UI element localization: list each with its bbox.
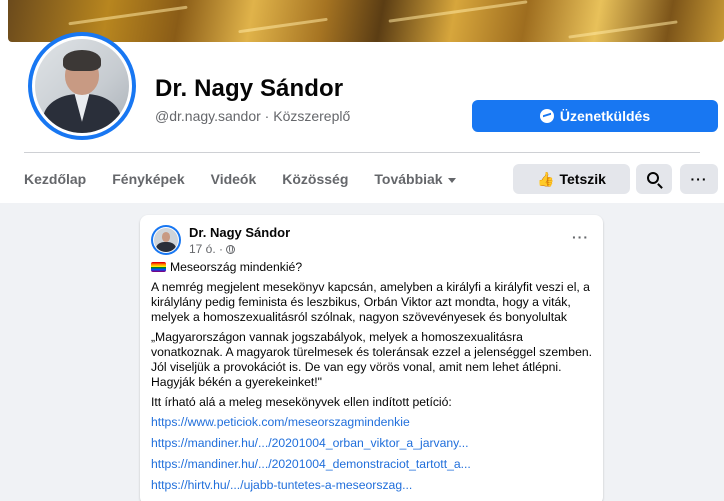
search-button[interactable] (636, 164, 672, 194)
header-divider (24, 152, 700, 153)
search-icon (647, 172, 659, 184)
profile-photo (35, 39, 129, 133)
thumbs-up-icon: 👍 (537, 171, 555, 187)
post-quote: „Magyarországon vannak jogszabályok, mel… (151, 330, 593, 389)
globe-icon (226, 244, 236, 254)
like-button-label: Tetszik (559, 171, 606, 187)
tab-community-label: Közösség (282, 171, 349, 187)
post-timestamp[interactable]: 17 ó. · (189, 242, 223, 256)
tab-more-label: Továbbiak (374, 171, 443, 187)
post-options-button[interactable]: ··· (572, 229, 589, 245)
post-title: Meseország mindenkié? (170, 260, 303, 274)
post-link[interactable]: https://hirtv.hu/.../ujabb-tuntetes-a-me… (151, 478, 596, 493)
tab-videos-label: Videók (210, 171, 257, 187)
post-author-avatar[interactable] (151, 225, 181, 255)
tab-photos-label: Fényképek (112, 171, 185, 187)
post-card: Dr. Nagy Sándor 17 ó. · ··· Meseország m… (140, 215, 603, 501)
post-title-line: Meseország mindenkié? (151, 260, 596, 275)
tab-photos[interactable]: Fényképek (112, 171, 184, 187)
tab-community[interactable]: Közösség (282, 171, 348, 187)
petition-text: Itt írható alá a meleg mesekönyvek ellen… (151, 395, 452, 409)
caret-down-icon (447, 177, 456, 183)
messenger-icon (539, 109, 554, 123)
like-button[interactable]: 👍 Tetszik (513, 164, 630, 194)
rainbow-flag-icon (151, 262, 166, 272)
post-meta: 17 ó. · (189, 242, 236, 256)
post-paragraph: A nemrég megjelent mesekönyv kapcsán, am… (151, 280, 590, 324)
profile-avatar[interactable] (28, 32, 136, 140)
tab-home-label: Kezdőlap (24, 171, 87, 187)
more-options-button[interactable]: ··· (680, 164, 718, 194)
cover-photo[interactable] (8, 0, 724, 42)
tab-home[interactable]: Kezdőlap (24, 171, 86, 187)
message-button-label: Üzenetküldés (559, 108, 651, 124)
page-header: Dr. Nagy Sándor @dr.nagy.sandor · Közsze… (0, 0, 724, 203)
post-author-name[interactable]: Dr. Nagy Sándor (189, 225, 290, 240)
page-handle: @dr.nagy.sandor · Közszereplő (155, 108, 351, 124)
page-tabs: Kezdőlap Fényképek Videók Közösség Továb… (24, 164, 482, 194)
post-body: Meseország mindenkié? A nemrég megjelent… (151, 260, 596, 499)
page-title: Dr. Nagy Sándor (155, 75, 344, 102)
tab-more[interactable]: Továbbiak (374, 171, 456, 187)
post-link[interactable]: https://www.peticiok.com/meseorszagminde… (151, 415, 596, 430)
post-link[interactable]: https://mandiner.hu/.../20201004_orban_v… (151, 436, 596, 451)
tab-videos[interactable]: Videók (211, 171, 257, 187)
post-link[interactable]: https://mandiner.hu/.../20201004_demonst… (151, 457, 596, 472)
message-button[interactable]: Üzenetküldés (472, 100, 718, 132)
